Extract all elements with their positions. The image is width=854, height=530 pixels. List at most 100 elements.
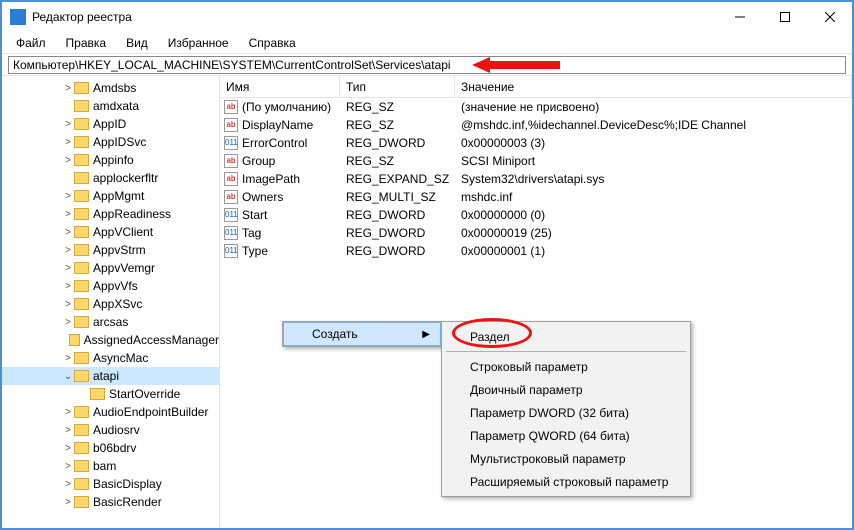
- submenu-expandstring[interactable]: Расширяемый строковый параметр: [442, 470, 690, 493]
- tree-expand-icon[interactable]: >: [62, 119, 74, 130]
- col-header-name[interactable]: Имя: [220, 76, 340, 97]
- table-row[interactable]: abGroupREG_SZSCSI Miniport: [220, 152, 852, 170]
- submenu-multistring[interactable]: Мультистроковый параметр: [442, 447, 690, 470]
- submenu-binary-label: Двоичный параметр: [470, 383, 583, 397]
- minimize-button[interactable]: [717, 3, 762, 31]
- cell-type: REG_SZ: [340, 118, 455, 132]
- tree-item[interactable]: >arcsas: [2, 313, 219, 331]
- tree-item-label: Appinfo: [93, 153, 134, 167]
- submenu-dword[interactable]: Параметр DWORD (32 бита): [442, 401, 690, 424]
- tree-expand-icon[interactable]: >: [62, 83, 74, 94]
- tree-item[interactable]: >AppReadiness: [2, 205, 219, 223]
- tree-item[interactable]: > Appinfo: [2, 151, 219, 169]
- submenu-string-label: Строковый параметр: [470, 360, 588, 374]
- string-value-icon: ab: [224, 118, 238, 132]
- tree-item[interactable]: > BasicDisplay: [2, 475, 219, 493]
- menu-favorites[interactable]: Избранное: [160, 34, 237, 52]
- tree-expand-icon[interactable]: >: [62, 155, 74, 166]
- tree-item[interactable]: >AppvVemgr: [2, 259, 219, 277]
- table-row[interactable]: abImagePathREG_EXPAND_SZSystem32\drivers…: [220, 170, 852, 188]
- tree-item-label: b06bdrv: [93, 441, 136, 455]
- tree-item[interactable]: > AppIDSvc: [2, 133, 219, 151]
- tree-expand-icon[interactable]: >: [62, 227, 74, 238]
- tree-item[interactable]: >bam: [2, 457, 219, 475]
- tree-item[interactable]: >Amdsbs: [2, 79, 219, 97]
- tree-expand-icon[interactable]: >: [62, 191, 74, 202]
- tree-expand-icon[interactable]: ⌄: [62, 371, 74, 382]
- tree-expand-icon[interactable]: >: [62, 263, 74, 274]
- cell-name: ErrorControl: [242, 136, 307, 150]
- tree-item-label: AssignedAccessManager: [84, 333, 219, 347]
- tree-item[interactable]: > BasicRender: [2, 493, 219, 511]
- maximize-button[interactable]: [762, 3, 807, 31]
- submenu-qword-label: Параметр QWORD (64 бита): [470, 429, 630, 443]
- table-row[interactable]: ab(По умолчанию)REG_SZ(значение не присв…: [220, 98, 852, 116]
- tree-item-label: BasicDisplay: [93, 477, 162, 491]
- tree-item[interactable]: >AudioEndpointBuilder: [2, 403, 219, 421]
- tree-item[interactable]: >AppXSvc: [2, 295, 219, 313]
- tree-expand-icon[interactable]: >: [62, 425, 74, 436]
- string-value-icon: ab: [224, 190, 238, 204]
- tree-item[interactable]: AssignedAccessManager: [2, 331, 219, 349]
- table-row[interactable]: 011StartREG_DWORD0x00000000 (0): [220, 206, 852, 224]
- tree-expand-icon[interactable]: >: [62, 497, 74, 508]
- submenu-multistring-label: Мультистроковый параметр: [470, 452, 626, 466]
- tree-item[interactable]: >AppID: [2, 115, 219, 133]
- tree-expand-icon[interactable]: >: [62, 281, 74, 292]
- submenu-key[interactable]: Раздел: [442, 325, 690, 348]
- folder-icon: [74, 442, 89, 454]
- close-button[interactable]: [807, 3, 852, 31]
- menu-edit[interactable]: Правка: [58, 34, 115, 52]
- table-row[interactable]: abDisplayNameREG_SZ@mshdc.inf,%idechanne…: [220, 116, 852, 134]
- submenu-qword[interactable]: Параметр QWORD (64 бита): [442, 424, 690, 447]
- tree-expand-icon[interactable]: >: [62, 443, 74, 454]
- menu-help[interactable]: Справка: [241, 34, 304, 52]
- tree-item[interactable]: >AppMgmt: [2, 187, 219, 205]
- tree-expand-icon[interactable]: >: [62, 317, 74, 328]
- submenu-string[interactable]: Строковый параметр: [442, 355, 690, 378]
- tree-expand-icon[interactable]: >: [62, 479, 74, 490]
- folder-icon: [74, 280, 89, 292]
- addressbar: [2, 54, 852, 76]
- table-row[interactable]: 011ErrorControlREG_DWORD0x00000003 (3): [220, 134, 852, 152]
- window-title: Редактор реестра: [32, 10, 717, 24]
- tree-item[interactable]: >AsyncMac: [2, 349, 219, 367]
- tree-expand-icon[interactable]: >: [62, 137, 74, 148]
- tree-item[interactable]: >Audiosrv: [2, 421, 219, 439]
- tree-item[interactable]: StartOverride: [2, 385, 219, 403]
- list-header[interactable]: Имя Тип Значение: [220, 76, 852, 98]
- tree-pane[interactable]: >Amdsbsamdxata>AppID>AppIDSvc>Appinfoapp…: [2, 76, 220, 528]
- cell-name: Tag: [242, 226, 261, 240]
- tree-item[interactable]: >AppvVfs: [2, 277, 219, 295]
- tree-expand-icon[interactable]: >: [62, 245, 74, 256]
- folder-icon: [74, 424, 89, 436]
- menu-view[interactable]: Вид: [118, 34, 156, 52]
- submenu-dword-label: Параметр DWORD (32 бита): [470, 406, 629, 420]
- table-row[interactable]: abOwnersREG_MULTI_SZmshdc.inf: [220, 188, 852, 206]
- tree-expand-icon[interactable]: >: [62, 209, 74, 220]
- tree-expand-icon[interactable]: >: [62, 407, 74, 418]
- folder-icon: [90, 388, 105, 400]
- col-header-value[interactable]: Значение: [455, 76, 852, 97]
- cell-type: REG_SZ: [340, 154, 455, 168]
- tree-item[interactable]: applockerfltr: [2, 169, 219, 187]
- tree-item-label: BasicRender: [93, 495, 162, 509]
- table-row[interactable]: 011TypeREG_DWORD0x00000001 (1): [220, 242, 852, 260]
- context-menu-create[interactable]: Создать ▶: [283, 322, 441, 346]
- tree-expand-icon[interactable]: >: [62, 461, 74, 472]
- table-row[interactable]: 011TagREG_DWORD0x00000019 (25): [220, 224, 852, 242]
- tree-item[interactable]: > b06bdrv: [2, 439, 219, 457]
- submenu-binary[interactable]: Двоичный параметр: [442, 378, 690, 401]
- tree-expand-icon[interactable]: >: [62, 353, 74, 364]
- col-header-type[interactable]: Тип: [340, 76, 455, 97]
- tree-item[interactable]: >AppVClient: [2, 223, 219, 241]
- address-input[interactable]: [8, 56, 846, 74]
- tree-item-label: AppIDSvc: [93, 135, 146, 149]
- tree-item-label: StartOverride: [109, 387, 180, 401]
- tree-item[interactable]: amdxata: [2, 97, 219, 115]
- tree-item[interactable]: >AppvStrm: [2, 241, 219, 259]
- tree-item[interactable]: ⌄atapi: [2, 367, 219, 385]
- folder-icon: [74, 136, 89, 148]
- menu-file[interactable]: Файл: [8, 34, 54, 52]
- tree-expand-icon[interactable]: >: [62, 299, 74, 310]
